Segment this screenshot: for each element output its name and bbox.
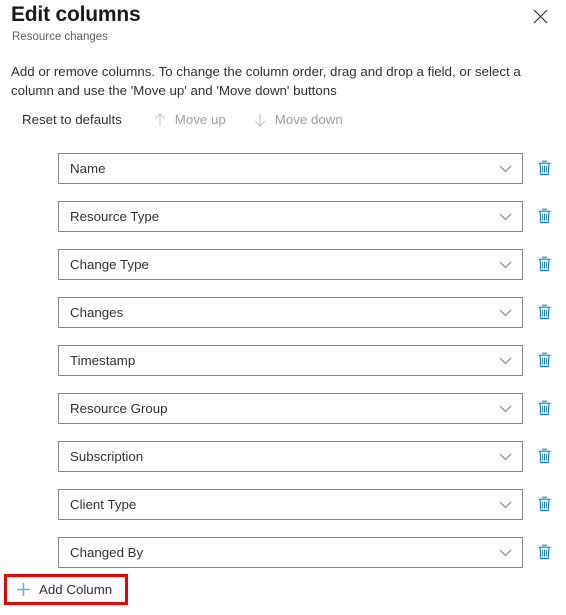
trash-icon xyxy=(536,447,553,468)
trash-icon xyxy=(536,207,553,228)
move-down-label: Move down xyxy=(274,112,343,127)
column-select[interactable]: Changed By xyxy=(58,537,523,568)
description-text: Add or remove columns. To change the col… xyxy=(11,64,521,98)
column-select-label: Resource Group xyxy=(70,400,168,416)
column-select-label: Changes xyxy=(70,304,124,320)
column-select-label: Change Type xyxy=(70,256,149,272)
chevron-down-icon xyxy=(494,393,516,424)
reset-label: Reset to defaults xyxy=(22,112,122,127)
column-select[interactable]: Change Type xyxy=(58,249,523,280)
trash-icon xyxy=(536,543,553,564)
delete-column-button[interactable] xyxy=(533,446,555,468)
page-title: Edit columns xyxy=(11,3,141,26)
column-select[interactable]: Resource Group xyxy=(58,393,523,424)
column-row: Client Type xyxy=(58,489,550,520)
add-column-label: Add Column xyxy=(39,582,113,597)
chevron-down-icon xyxy=(494,153,516,184)
add-column-button[interactable]: Add Column xyxy=(7,577,125,602)
column-select-label: Changed By xyxy=(70,544,144,560)
column-select[interactable]: Changes xyxy=(58,297,523,328)
column-select-label: Client Type xyxy=(70,496,137,512)
column-row: Changed By xyxy=(58,537,550,568)
column-select[interactable]: Resource Type xyxy=(58,201,523,232)
column-row: Resource Type xyxy=(58,201,550,232)
move-up-label: Move up xyxy=(174,112,226,127)
trash-icon xyxy=(536,399,553,420)
trash-icon xyxy=(536,351,553,372)
chevron-down-icon xyxy=(494,537,516,568)
close-icon xyxy=(533,9,548,24)
delete-column-button[interactable] xyxy=(533,542,555,564)
delete-column-button[interactable] xyxy=(533,254,555,276)
chevron-down-icon xyxy=(494,441,516,472)
arrow-down-icon xyxy=(252,112,268,128)
chevron-down-icon xyxy=(494,201,516,232)
column-select-label: Resource Type xyxy=(70,208,160,224)
chevron-down-icon xyxy=(494,297,516,328)
column-select-label: Subscription xyxy=(70,448,144,464)
chevron-down-icon xyxy=(494,249,516,280)
column-select[interactable]: Timestamp xyxy=(58,345,523,376)
column-row: Subscription xyxy=(58,441,550,472)
reset-to-defaults-button[interactable]: Reset to defaults xyxy=(22,111,122,129)
command-bar: Reset to defaults Move up Move down xyxy=(0,108,343,132)
plus-icon xyxy=(16,582,31,597)
trash-icon xyxy=(536,495,553,516)
column-select[interactable]: Client Type xyxy=(58,489,523,520)
trash-icon xyxy=(536,255,553,276)
page-subtitle: Resource changes xyxy=(12,31,108,43)
delete-column-button[interactable] xyxy=(533,398,555,420)
column-row: Resource Group xyxy=(58,393,550,424)
column-row: Timestamp xyxy=(58,345,550,376)
delete-column-button[interactable] xyxy=(533,206,555,228)
column-row: Name xyxy=(58,153,550,184)
column-row: Changes xyxy=(58,297,550,328)
trash-icon xyxy=(536,159,553,180)
column-row: Change Type xyxy=(58,249,550,280)
trash-icon xyxy=(536,303,553,324)
column-select[interactable]: Name xyxy=(58,153,523,184)
delete-column-button[interactable] xyxy=(533,302,555,324)
move-up-button[interactable]: Move up xyxy=(152,111,226,129)
add-column-highlight: Add Column xyxy=(4,574,128,605)
delete-column-button[interactable] xyxy=(533,158,555,180)
delete-column-button[interactable] xyxy=(533,350,555,372)
column-select-label: Name xyxy=(70,160,106,176)
arrow-up-icon xyxy=(152,112,168,128)
delete-column-button[interactable] xyxy=(533,494,555,516)
column-select[interactable]: Subscription xyxy=(58,441,523,472)
chevron-down-icon xyxy=(494,345,516,376)
column-select-label: Timestamp xyxy=(70,352,136,368)
move-down-button[interactable]: Move down xyxy=(252,111,343,129)
chevron-down-icon xyxy=(494,489,516,520)
close-button[interactable] xyxy=(527,3,553,29)
